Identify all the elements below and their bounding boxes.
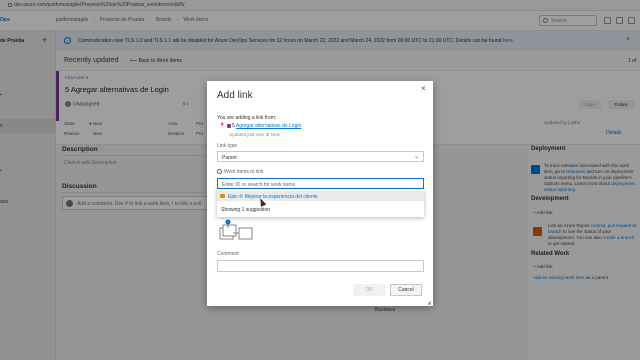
comment-label: Comment [217, 251, 239, 257]
pin-icon: 📍 [219, 123, 226, 129]
work-items-search-input[interactable]: Enter ID or search for work items [217, 178, 424, 189]
work-items-label: Work items to link [217, 169, 263, 175]
suggestion-item[interactable]: Epic 4: Mejorar la experiencia del clien… [217, 191, 424, 201]
resize-grip-icon[interactable]: ◢ [427, 300, 431, 306]
dialog-title: Add link [217, 90, 253, 101]
link-illustration-icon [219, 219, 253, 240]
ok-button[interactable]: OK [353, 284, 385, 296]
state-dot-icon [265, 133, 269, 136]
work-items-label-text: Work items to link [224, 169, 264, 175]
source-state: New [270, 132, 280, 137]
suggestion-dropdown: Epic 4: Mejorar la experiencia del clien… [217, 189, 424, 217]
chevron-down-icon: ⌄ [413, 154, 419, 160]
link-type-label: Link type [217, 143, 238, 149]
source-work-item-link[interactable]: Agregar alternativas de Login [236, 123, 301, 129]
adding-from-label: You are adding a link from: [217, 115, 277, 121]
source-work-item: 📍 5 Agregar alternativas de Login [219, 123, 301, 129]
link-type-value: Parent [222, 155, 237, 161]
radio-icon [217, 169, 222, 175]
suggestion-label: Epic 4: Mejorar la experiencia del clien… [228, 194, 318, 200]
cancel-button[interactable]: Cancel [390, 284, 422, 296]
source-updated: Updated just now [229, 132, 264, 137]
link-comment-input[interactable] [217, 260, 424, 272]
close-icon[interactable]: × [421, 84, 426, 93]
add-link-dialog: Add link × You are adding a link from: 📍… [207, 81, 433, 306]
source-id: 5 [232, 123, 235, 129]
epic-crown-icon [220, 194, 225, 198]
link-type-select[interactable]: Parent ⌄ [217, 151, 424, 162]
source-meta: Updated just now New [229, 132, 280, 137]
suggestion-count: Showing 1 suggestion [221, 207, 270, 213]
trophy-icon [226, 123, 231, 128]
